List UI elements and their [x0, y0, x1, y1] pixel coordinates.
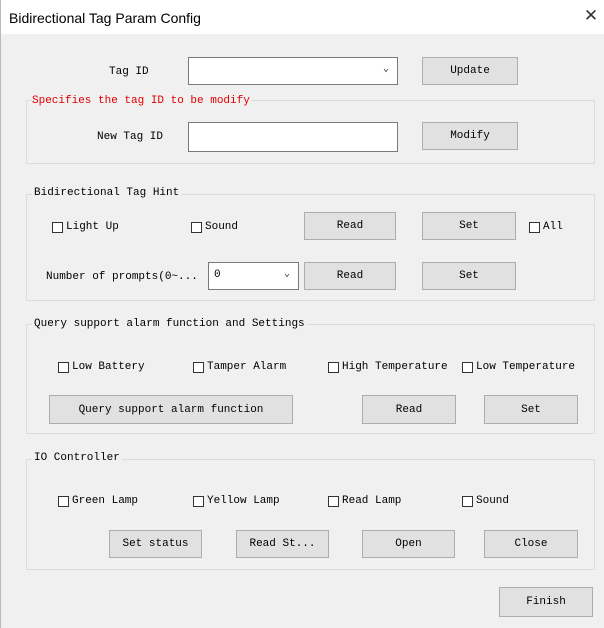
- title-bar: Bidirectional Tag Param Config ✕: [1, 0, 604, 34]
- low-temperature-label: Low Temperature: [476, 361, 576, 373]
- light-up-label: Light Up: [66, 221, 119, 233]
- hint-set-button[interactable]: Set: [422, 212, 516, 240]
- finish-button[interactable]: Finish: [499, 587, 593, 617]
- modify-button[interactable]: Modify: [422, 122, 518, 150]
- chevron-down-icon: ⌄: [283, 269, 290, 280]
- all-label: All: [543, 221, 563, 233]
- alarm-read-button[interactable]: Read: [362, 395, 456, 424]
- low-temperature-checkbox[interactable]: Low Temperature: [462, 361, 575, 373]
- tamper-alarm-label: Tamper Alarm: [207, 361, 287, 373]
- checkbox-box: [58, 495, 69, 507]
- new-tag-id-label: New Tag ID: [97, 131, 164, 143]
- read-lamp-label: Read Lamp: [342, 495, 402, 507]
- prompts-set-button[interactable]: Set: [422, 262, 516, 290]
- checkbox-box: [462, 495, 473, 507]
- tamper-alarm-checkbox[interactable]: Tamper Alarm: [193, 361, 286, 373]
- io-controller-group-title: IO Controller: [32, 452, 122, 464]
- checkbox-box: [529, 221, 540, 233]
- tag-id-dropdown[interactable]: ⌄: [188, 57, 398, 85]
- read-status-button[interactable]: Read St...: [236, 530, 329, 558]
- checkbox-box: [328, 495, 339, 507]
- new-tag-id-input[interactable]: [188, 122, 398, 152]
- alarm-set-button[interactable]: Set: [484, 395, 578, 424]
- close-icon[interactable]: ✕: [581, 6, 601, 26]
- chevron-down-icon: ⌄: [382, 64, 389, 75]
- prompts-label: Number of prompts(0~...: [46, 271, 198, 283]
- checkbox-box: [328, 361, 339, 373]
- prompts-dropdown[interactable]: 0 ⌄: [208, 262, 299, 290]
- checkbox-box: [58, 361, 69, 373]
- io-sound-checkbox[interactable]: Sound: [462, 495, 509, 507]
- io-sound-label: Sound: [476, 495, 510, 507]
- low-battery-label: Low Battery: [72, 361, 145, 373]
- checkbox-box: [52, 221, 63, 233]
- update-button[interactable]: Update: [422, 57, 518, 85]
- sound-label: Sound: [205, 221, 239, 233]
- yellow-lamp-checkbox[interactable]: Yellow Lamp: [193, 495, 280, 507]
- high-temperature-label: High Temperature: [342, 361, 448, 373]
- open-button[interactable]: Open: [362, 530, 455, 558]
- green-lamp-checkbox[interactable]: Green Lamp: [58, 495, 138, 507]
- tag-id-label: Tag ID: [109, 66, 149, 78]
- green-lamp-label: Green Lamp: [72, 495, 139, 507]
- checkbox-box: [193, 361, 204, 373]
- prompts-value: 0: [214, 269, 221, 281]
- all-checkbox[interactable]: All: [529, 221, 563, 233]
- checkbox-box: [462, 361, 473, 373]
- sound-checkbox[interactable]: Sound: [191, 221, 238, 233]
- checkbox-box: [193, 495, 204, 507]
- light-up-checkbox[interactable]: Light Up: [52, 221, 119, 233]
- prompts-read-button[interactable]: Read: [304, 262, 396, 290]
- dialog-window: Bidirectional Tag Param Config ✕ Tag ID …: [0, 0, 604, 628]
- yellow-lamp-label: Yellow Lamp: [207, 495, 280, 507]
- low-battery-checkbox[interactable]: Low Battery: [58, 361, 145, 373]
- set-status-button[interactable]: Set status: [109, 530, 202, 558]
- hint-read-button[interactable]: Read: [304, 212, 396, 240]
- modify-hint-text: Specifies the tag ID to be modify: [32, 95, 252, 107]
- alarm-group-title: Query support alarm function and Setting…: [32, 318, 307, 330]
- window-title: Bidirectional Tag Param Config: [9, 10, 201, 26]
- query-alarm-button[interactable]: Query support alarm function: [49, 395, 293, 424]
- close-button[interactable]: Close: [484, 530, 578, 558]
- checkbox-box: [191, 221, 202, 233]
- tag-hint-group-title: Bidirectional Tag Hint: [32, 187, 182, 199]
- read-lamp-checkbox[interactable]: Read Lamp: [328, 495, 401, 507]
- high-temperature-checkbox[interactable]: High Temperature: [328, 361, 448, 373]
